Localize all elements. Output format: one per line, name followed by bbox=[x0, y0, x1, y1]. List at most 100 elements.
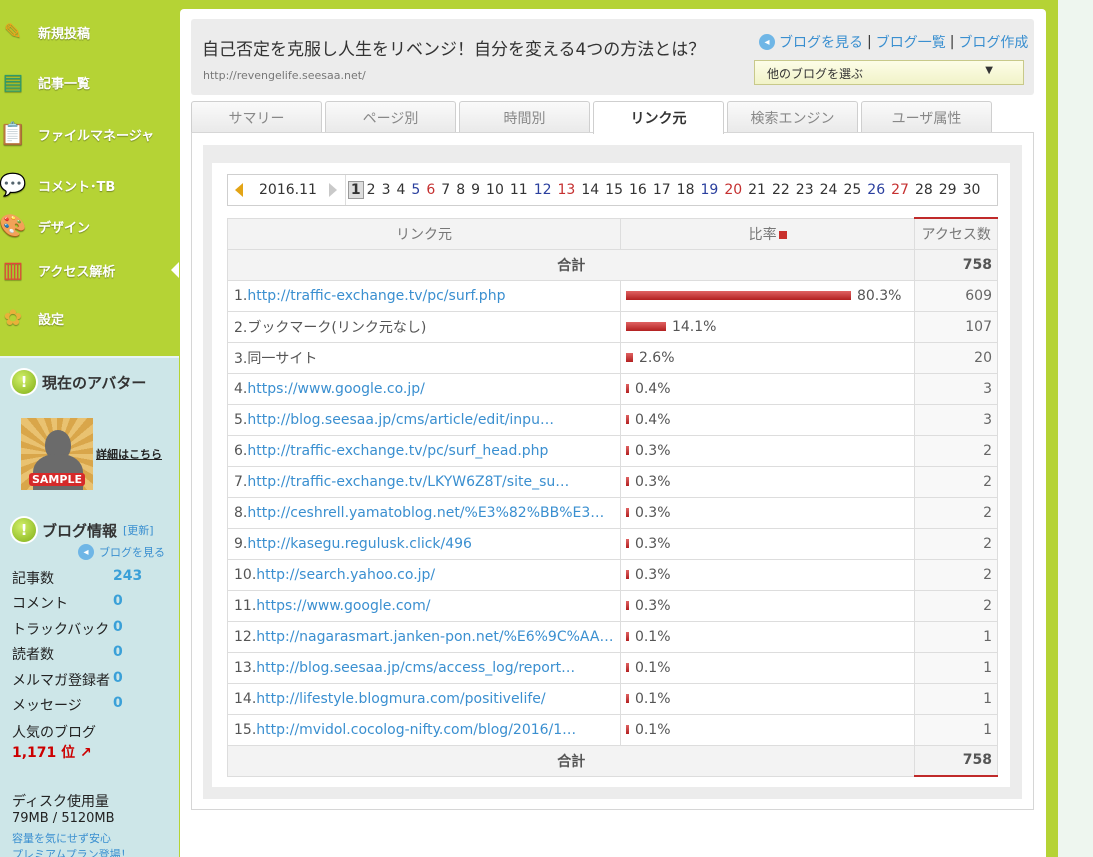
day-link[interactable]: 24 bbox=[817, 182, 841, 198]
sidebar-nav-6[interactable]: ✿ 設定 bbox=[0, 294, 179, 342]
day-link[interactable]: 16 bbox=[626, 182, 650, 198]
day-link[interactable]: 25 bbox=[840, 182, 864, 198]
day-link[interactable]: 10 bbox=[483, 182, 507, 198]
referrer-link[interactable]: http://blog.seesaa.jp/cms/access_log/rep… bbox=[256, 660, 575, 676]
referrer-link[interactable]: https://www.google.com/ bbox=[256, 598, 430, 614]
disk-note-link[interactable]: 容量を気にせず安心 bbox=[12, 830, 111, 846]
access-count: 107 bbox=[914, 310, 998, 343]
day-link[interactable]: 19 bbox=[697, 182, 721, 198]
day-link[interactable]: 4 bbox=[394, 182, 409, 198]
access-count: 2 bbox=[914, 496, 998, 529]
day-link[interactable]: 9 bbox=[468, 182, 483, 198]
create-blog-link[interactable]: ブログ作成 bbox=[958, 32, 1028, 52]
stat-value[interactable]: 243 bbox=[113, 568, 142, 584]
view-blog-link[interactable]: ブログを見る bbox=[779, 32, 863, 52]
day-link[interactable]: 2 bbox=[364, 182, 379, 198]
avatar[interactable]: SAMPLE bbox=[21, 418, 93, 490]
speech-bubble-icon: 💬 bbox=[0, 172, 27, 198]
day-link[interactable]: 17 bbox=[650, 182, 674, 198]
day-link[interactable]: 12 bbox=[531, 182, 555, 198]
day-link[interactable]: 15 bbox=[602, 182, 626, 198]
day-link[interactable]: 26 bbox=[864, 182, 888, 198]
sample-label: SAMPLE bbox=[29, 473, 85, 486]
day-link[interactable]: 20 bbox=[721, 182, 745, 198]
day-link[interactable]: 3 bbox=[379, 182, 394, 198]
access-count: 3 bbox=[914, 372, 998, 405]
referrer-link[interactable]: http://lifestyle.blogmura.com/positiveli… bbox=[256, 691, 545, 707]
stat-value[interactable]: 0 bbox=[113, 619, 123, 635]
tab-1[interactable]: ページ別 bbox=[325, 101, 456, 133]
referrer-link[interactable]: http://traffic-exchange.tv/LKYW6Z8T/site… bbox=[247, 474, 569, 490]
referrer-link[interactable]: http://nagarasmart.janken-pon.net/%E6%9C… bbox=[256, 629, 613, 645]
sidebar: ✎ 新規投稿 ▤ 記事一覧 📋 ファイルマネージャ 💬 コメント･TB 🎨 デザイン ▥ アクセス解析… bbox=[0, 0, 179, 857]
blog-header: 自己否定を克服し人生をリベンジ！自分を変える4つの方法とは？ http://re… bbox=[191, 19, 1034, 95]
day-link[interactable]: 14 bbox=[578, 182, 602, 198]
disk-usage-label: ディスク使用量 bbox=[12, 794, 110, 810]
sidebar-nav-2[interactable]: 📋 ファイルマネージャ bbox=[0, 110, 179, 158]
referrer-label: 同一サイト bbox=[247, 350, 318, 367]
tab-0[interactable]: サマリー bbox=[191, 101, 322, 133]
blog-title: 自己否定を克服し人生をリベンジ！自分を変える4つの方法とは？ bbox=[202, 40, 706, 60]
referrer-link[interactable]: http://mvidol.cocolog-nifty.com/blog/201… bbox=[256, 722, 576, 738]
ratio-percent: 0.3% bbox=[634, 566, 671, 583]
stat-value[interactable]: 0 bbox=[113, 644, 123, 660]
table-row: 6.http://traffic-exchange.tv/pc/surf_hea… bbox=[227, 434, 998, 467]
ratio-bar bbox=[625, 291, 851, 300]
day-link[interactable]: 28 bbox=[912, 182, 936, 198]
referrer-link[interactable]: http://traffic-exchange.tv/pc/surf.php bbox=[247, 288, 505, 304]
day-link[interactable]: 23 bbox=[793, 182, 817, 198]
day-link[interactable]: 8 bbox=[453, 182, 468, 198]
popular-rank[interactable]: 1,171 位 ↗ bbox=[12, 742, 92, 762]
referrer-link[interactable]: http://kasegu.regulusk.click/496 bbox=[247, 536, 472, 552]
table-row: 11.https://www.google.com/0.3% 2 bbox=[227, 589, 998, 622]
referrer-table: リンク元 比率 アクセス数 合計 758 1.http://traffic-ex… bbox=[226, 217, 998, 777]
other-blog-select[interactable]: 他のブログを選ぶ ▼ bbox=[754, 60, 1024, 85]
day-link[interactable]: 30 bbox=[960, 182, 984, 198]
stat-value[interactable]: 0 bbox=[113, 670, 123, 686]
stat-value[interactable]: 0 bbox=[113, 593, 123, 609]
avatar-detail-link[interactable]: 詳細はこちら bbox=[96, 446, 162, 462]
day-link[interactable]: 22 bbox=[769, 182, 793, 198]
exclamation-icon: ! bbox=[12, 518, 36, 542]
day-link[interactable]: 7 bbox=[438, 182, 453, 198]
ratio-bar bbox=[625, 601, 629, 610]
prev-month-arrow-icon[interactable] bbox=[235, 183, 243, 197]
day-link[interactable]: 18 bbox=[674, 182, 698, 198]
table-row: 3.同一サイト 2.6% 20 bbox=[227, 341, 998, 374]
up-arrow-icon: ↗ bbox=[80, 745, 92, 761]
bar-chart-icon: ▥ bbox=[2, 257, 24, 283]
tab-5[interactable]: ユーザ属性 bbox=[861, 101, 992, 133]
sidebar-nav-5[interactable]: ▥ アクセス解析 bbox=[0, 246, 179, 294]
tab-4[interactable]: 検索エンジン bbox=[727, 101, 858, 133]
sidebar-view-blog-link[interactable]: ◂ ブログを見る bbox=[78, 544, 165, 560]
stat-value[interactable]: 0 bbox=[113, 695, 123, 711]
referrer-link[interactable]: http://search.yahoo.co.jp/ bbox=[256, 567, 435, 583]
table-row: 4.https://www.google.co.jp/0.4% 3 bbox=[227, 372, 998, 405]
blog-list-link[interactable]: ブログ一覧 bbox=[876, 32, 946, 52]
sidebar-nav-0[interactable]: ✎ 新規投稿 bbox=[0, 8, 179, 56]
day-link[interactable]: 13 bbox=[555, 182, 579, 198]
next-month-arrow-icon[interactable] bbox=[328, 183, 337, 197]
day-link[interactable]: 29 bbox=[936, 182, 960, 198]
premium-plan-link[interactable]: プレミアムプラン登場！ bbox=[12, 846, 132, 857]
day-link[interactable]: 11 bbox=[507, 182, 531, 198]
sidebar-nav-1[interactable]: ▤ 記事一覧 bbox=[0, 58, 179, 106]
sidebar-nav-4[interactable]: 🎨 デザイン bbox=[0, 202, 179, 250]
access-count: 20 bbox=[914, 341, 998, 374]
referrer-link[interactable]: http://blog.seesaa.jp/cms/article/edit/i… bbox=[247, 412, 554, 428]
day-link[interactable]: 5 bbox=[408, 182, 423, 198]
tab-2[interactable]: 時間別 bbox=[459, 101, 590, 133]
referrer-link[interactable]: http://ceshrell.yamatoblog.net/%E3%82%BB… bbox=[247, 505, 604, 521]
ratio-percent: 0.1% bbox=[634, 628, 671, 645]
access-count: 2 bbox=[914, 434, 998, 467]
day-link[interactable]: 6 bbox=[423, 182, 438, 198]
tab-3[interactable]: リンク元 bbox=[593, 101, 724, 134]
table-row: 1.http://traffic-exchange.tv/pc/surf.php… bbox=[227, 279, 998, 312]
referrer-link[interactable]: https://www.google.co.jp/ bbox=[247, 381, 425, 397]
day-link[interactable]: 21 bbox=[745, 182, 769, 198]
referrer-link[interactable]: http://traffic-exchange.tv/pc/surf_head.… bbox=[247, 443, 548, 459]
blog-info-update-link[interactable]: [更新] bbox=[123, 522, 154, 538]
day-link[interactable]: 1 bbox=[347, 181, 364, 199]
day-link[interactable]: 27 bbox=[888, 182, 912, 198]
scrollbar-track[interactable] bbox=[1046, 0, 1058, 857]
